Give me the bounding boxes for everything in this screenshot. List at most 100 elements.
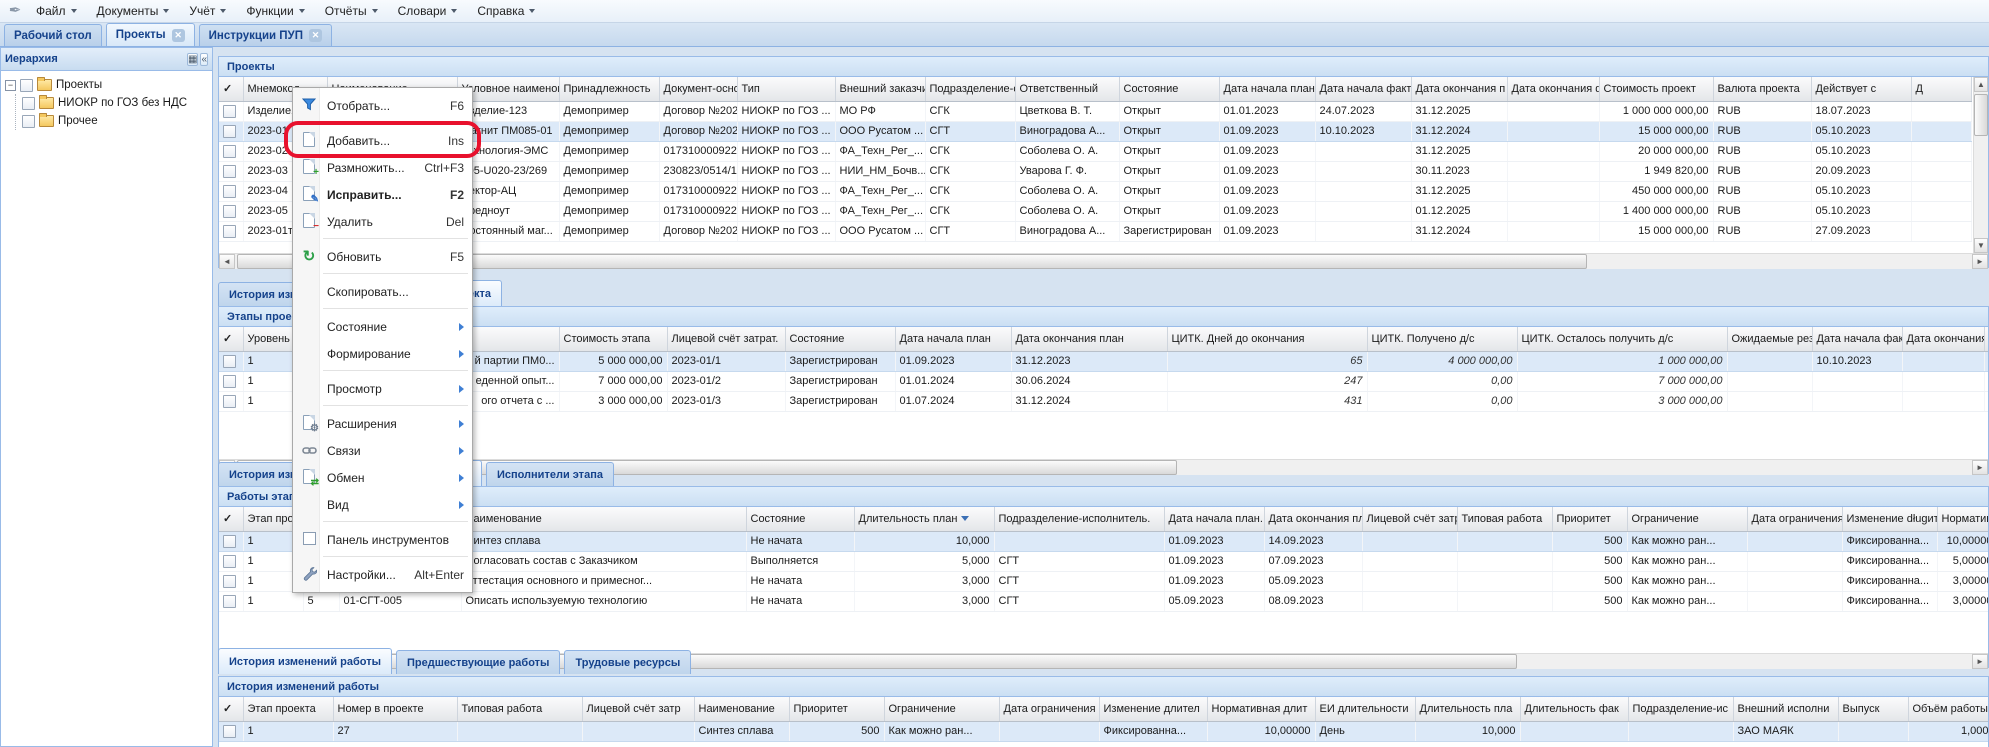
window-tab-2[interactable]: Проекты✕ — [106, 23, 195, 46]
context-menu-item-исправить[interactable]: ✎Исправить...F2 — [293, 181, 472, 208]
scrollbar-thumb[interactable] — [1974, 94, 1988, 136]
column-header[interactable]: ЦИТК. Получено д/с — [1367, 327, 1517, 351]
horizontal-scrollbar[interactable]: ◄► — [219, 253, 1988, 269]
tab-works-3[interactable]: Исполнители этапа — [486, 462, 614, 486]
row-checkbox[interactable] — [223, 375, 236, 388]
window-tab-3[interactable]: Инструкции ПУП✕ — [199, 24, 332, 46]
context-menu-item-состояние[interactable]: Состояние — [293, 313, 472, 340]
column-header[interactable]: Дата начала план. — [1219, 77, 1315, 101]
menubar-item-7[interactable]: Справка — [467, 1, 545, 21]
menubar-item-5[interactable]: Отчёты — [315, 1, 388, 21]
context-menu-item-настройки[interactable]: Настройки...Alt+Enter — [293, 561, 472, 588]
tree-root-label[interactable]: Проекты — [56, 79, 102, 91]
column-header[interactable]: Документ-основан — [659, 77, 737, 101]
column-header[interactable]: Приоритет — [789, 697, 884, 721]
column-header[interactable]: Подразделение-ис — [1628, 697, 1733, 721]
table-row[interactable]: Изделие123Разработка изделия 123Изделие-… — [219, 101, 1971, 121]
tab-work-history-3[interactable]: Трудовые ресурсы — [564, 650, 691, 674]
column-header[interactable]: ЦИТК. Дней до окончания — [1167, 327, 1367, 351]
column-header[interactable]: Дата окончания п — [1411, 77, 1507, 101]
column-header[interactable]: Выпуск — [1838, 697, 1908, 721]
select-all-column-header[interactable]: ✓ — [219, 697, 243, 721]
column-header[interactable]: Лицевой счёт затрат. — [667, 327, 785, 351]
column-header[interactable]: ЕИ длительности — [1315, 697, 1415, 721]
tree-item-label[interactable]: НИОКР по ГОЗ без НДС — [58, 97, 187, 109]
grid-search-icon[interactable]: ▦ — [187, 53, 198, 66]
select-all-column-header[interactable]: ✓ — [219, 327, 243, 351]
column-header[interactable]: Этап проекта — [243, 697, 333, 721]
context-menu-item-связи[interactable]: Связи — [293, 437, 472, 464]
context-menu-item-обновить[interactable]: ↻ОбновитьF5 — [293, 243, 472, 270]
column-header[interactable]: Лицевой счёт затр — [582, 697, 694, 721]
column-header[interactable]: Длительность фак — [1520, 697, 1628, 721]
table-row[interactable]: 2023-02Технология-ЭМСДемопример017310000… — [219, 141, 1971, 161]
tab-work-history-1[interactable]: История изменений работы — [218, 648, 392, 674]
column-header[interactable]: Длительность пла — [1415, 697, 1520, 721]
row-checkbox[interactable] — [223, 725, 236, 738]
column-header[interactable]: Дата начала план. — [1164, 507, 1264, 531]
column-header[interactable]: Действует с — [1811, 77, 1911, 101]
tree-item-child-2[interactable]: Прочее — [22, 112, 208, 130]
column-header[interactable]: Дата начала план — [895, 327, 1011, 351]
column-header[interactable]: Дата ограничения — [1747, 507, 1842, 531]
menubar-item-6[interactable]: Словари — [388, 1, 468, 21]
window-tab-1[interactable]: Рабочий стол — [4, 24, 102, 46]
column-header[interactable]: Дата окончания ф — [1902, 327, 1984, 351]
row-checkbox[interactable] — [223, 145, 236, 158]
column-header[interactable]: Принадлежность — [559, 77, 659, 101]
context-menu-item-панельинструментов[interactable]: Панель инструментов — [293, 526, 472, 553]
column-header[interactable]: Стоимость проект — [1599, 77, 1713, 101]
row-checkbox[interactable] — [223, 165, 236, 178]
table-row[interactable]: 127Синтез сплава500Как можно ран...Фикси… — [219, 721, 1988, 741]
column-header[interactable]: Дата начала факт. — [1812, 327, 1902, 351]
column-header[interactable]: Тип — [737, 77, 835, 101]
column-header[interactable]: Наименование — [694, 697, 789, 721]
menubar-item-1[interactable]: Файл — [26, 1, 87, 21]
context-menu-item-добавить[interactable]: Добавить...Ins — [293, 127, 472, 154]
row-checkbox[interactable] — [223, 105, 236, 118]
close-tab-icon[interactable]: ✕ — [172, 29, 185, 42]
column-header[interactable]: Нормативная длит — [1207, 697, 1315, 721]
column-header[interactable]: Длительность план — [854, 507, 994, 531]
column-header[interactable]: Валюта проекта — [1713, 77, 1811, 101]
column-header[interactable]: Уровень — [243, 327, 299, 351]
tree-item-checkbox[interactable] — [22, 97, 35, 110]
column-header[interactable]: Нормативн — [1937, 507, 1988, 531]
table-row[interactable]: 1201-СГТ-002Аттестация основного и приме… — [219, 571, 1988, 591]
scroll-up-icon[interactable]: ▲ — [1974, 77, 1988, 92]
column-header[interactable]: Состояние — [785, 327, 895, 351]
table-row[interactable]: 1й партии ПМ0...5 000 000,002023-01/1Зар… — [219, 351, 1988, 371]
context-menu-item-размножить[interactable]: +Размножить...Ctrl+F3 — [293, 154, 472, 181]
vertical-scrollbar[interactable]: ▲▼ — [1973, 77, 1988, 253]
column-header[interactable]: Состояние — [746, 507, 854, 531]
tree-root-checkbox[interactable] — [20, 79, 33, 92]
table-row[interactable]: 1201-СГТ-001Согласовать состав с Заказчи… — [219, 551, 1988, 571]
column-header[interactable]: Номер в проекте — [333, 697, 457, 721]
row-checkbox[interactable] — [223, 595, 236, 608]
column-header[interactable]: Изменение длител — [1099, 697, 1207, 721]
collapse-node-icon[interactable]: − — [5, 80, 16, 91]
table-row[interactable]: 1Синтез сплаваНе начата10,00001.09.20231… — [219, 531, 1988, 551]
column-header[interactable]: Примечание — [1984, 327, 1988, 351]
table-row[interactable]: 1еденной опыт...7 000 000,002023-01/2Зар… — [219, 371, 1988, 391]
column-header[interactable]: Приоритет — [1552, 507, 1627, 531]
context-menu-item-вид[interactable]: Вид — [293, 491, 472, 518]
select-all-column-header[interactable]: ✓ — [219, 77, 243, 101]
column-header[interactable]: Подразделение-исполнитель. — [994, 507, 1164, 531]
tree-item-label[interactable]: Прочее — [58, 115, 98, 127]
table-row[interactable]: 1ого отчета с ...3 000 000,002023-01/3За… — [219, 391, 1988, 411]
column-header[interactable]: Состояние — [1119, 77, 1219, 101]
scroll-down-icon[interactable]: ▼ — [1974, 238, 1988, 253]
row-checkbox[interactable] — [223, 555, 236, 568]
column-header[interactable]: Объём работы пла — [1908, 697, 1988, 721]
collapse-panel-icon[interactable]: « — [200, 53, 208, 66]
column-header[interactable]: Внешний заказчик — [835, 77, 925, 101]
table-row[interactable]: 1501-СГТ-005Описать используемую техноло… — [219, 591, 1988, 611]
column-header[interactable]: Ограничение — [884, 697, 999, 721]
row-checkbox[interactable] — [223, 535, 236, 548]
context-menu-item-удалить[interactable]: −УдалитьDel — [293, 208, 472, 235]
column-header[interactable]: Изменение długител — [1842, 507, 1937, 531]
tree-item-child-1[interactable]: НИОКР по ГОЗ без НДС — [22, 94, 208, 112]
column-header[interactable]: Дата окончания план — [1264, 507, 1362, 531]
column-header[interactable]: Подразделение-от — [925, 77, 1015, 101]
